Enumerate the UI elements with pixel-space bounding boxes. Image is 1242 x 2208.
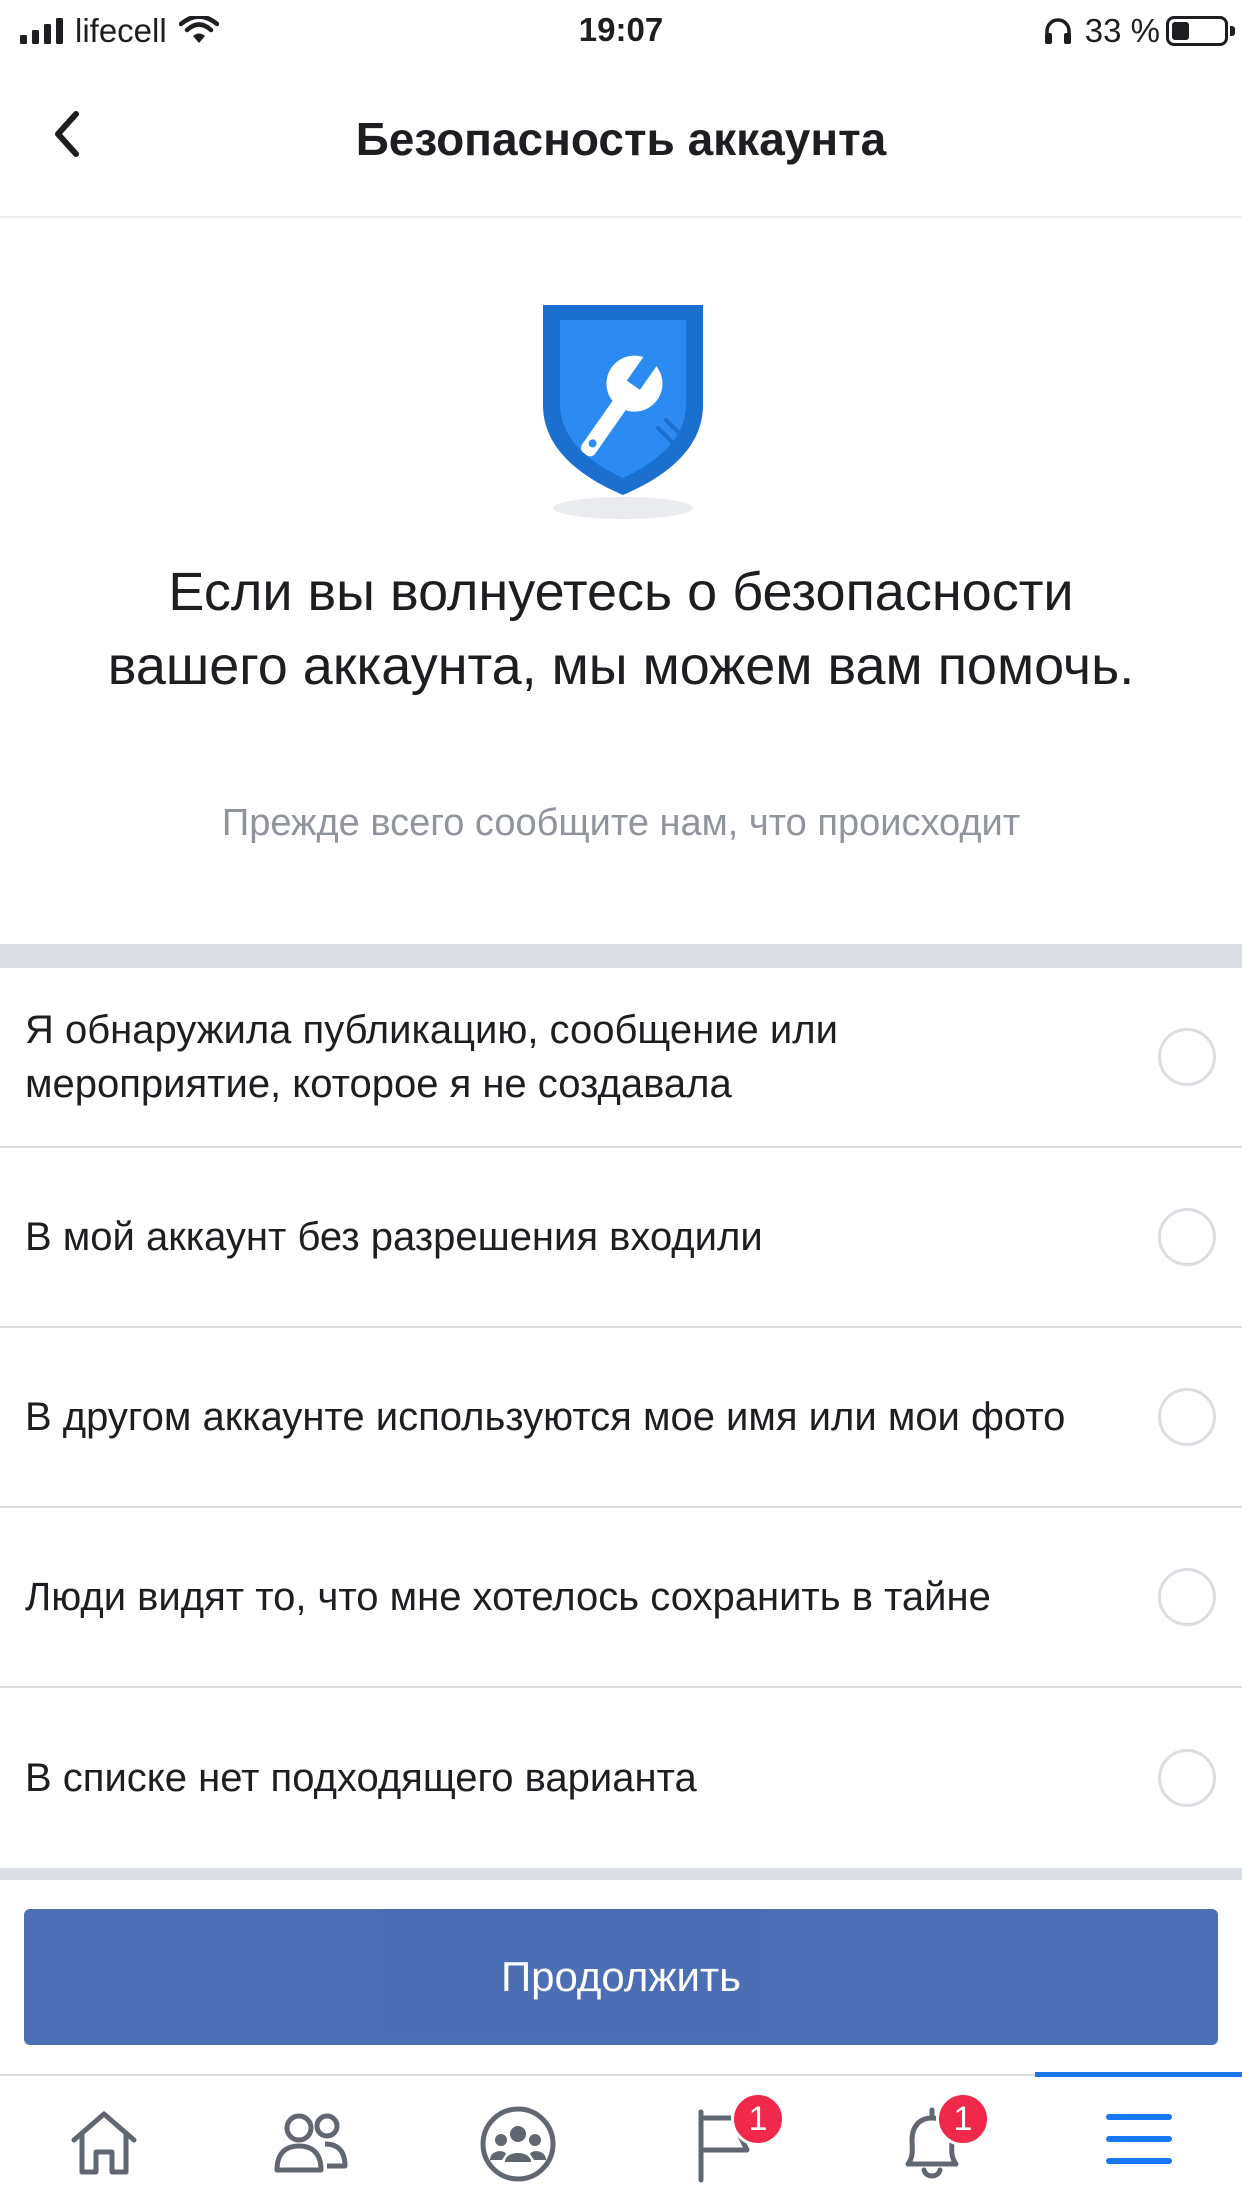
- radio-button[interactable]: [1158, 1568, 1216, 1626]
- status-bar-right: 33 %: [1043, 12, 1235, 50]
- tab-friends[interactable]: [207, 2076, 414, 2208]
- radio-button[interactable]: [1158, 1388, 1216, 1446]
- battery-percent: 33 %: [1084, 12, 1160, 49]
- bottom-tab-bar: 1 1: [0, 2072, 1242, 2208]
- status-bar: lifecell 19:07 33 %: [0, 0, 1242, 62]
- menu-icon: [1105, 2114, 1172, 2164]
- shield-wrench-icon: [543, 305, 703, 519]
- option-label: В другом аккаунте используются мое имя и…: [25, 1395, 1066, 1439]
- tab-notifications[interactable]: 1: [828, 2076, 1035, 2208]
- radio-button[interactable]: [1158, 1208, 1216, 1266]
- notification-badge: 1: [936, 2092, 990, 2146]
- hero-subheading: Прежде всего сообщите нам, что происходи…: [221, 802, 1021, 844]
- tab-home[interactable]: [0, 2076, 207, 2208]
- nav-header: Безопасность аккаунта: [0, 62, 1242, 218]
- home-icon: [71, 2111, 136, 2175]
- groups-icon: [480, 2106, 555, 2182]
- page-title: Безопасность аккаунта: [355, 113, 887, 165]
- footer-divider: [0, 1868, 1242, 1880]
- tab-pages[interactable]: 1: [621, 2076, 828, 2208]
- option-row[interactable]: В другом аккаунте используются мое имя и…: [0, 1328, 1242, 1508]
- option-row[interactable]: Я обнаружила публикацию, сообщение или м…: [0, 968, 1242, 1148]
- option-row[interactable]: Люди видят то, что мне хотелось сохранит…: [0, 1508, 1242, 1688]
- option-row[interactable]: В списке нет подходящего варианта: [0, 1688, 1242, 1868]
- radio-button[interactable]: [1158, 1028, 1216, 1086]
- friends-icon: [274, 2113, 347, 2173]
- option-row[interactable]: В мой аккаунт без разрешения входили: [0, 1148, 1242, 1328]
- battery-icon: [1166, 16, 1235, 46]
- section-divider: [0, 944, 1242, 968]
- tab-groups[interactable]: [414, 2076, 621, 2208]
- hero-heading: Если вы волнуетесь о безопасности вашего…: [107, 562, 1135, 696]
- option-label: Люди видят то, что мне хотелось сохранит…: [25, 1575, 991, 1619]
- continue-button[interactable]: Продолжить: [24, 1909, 1218, 2045]
- options-list: Я обнаружила публикацию, сообщение или м…: [0, 968, 1242, 1868]
- option-label: В мой аккаунт без разрешения входили: [25, 1215, 763, 1259]
- radio-button[interactable]: [1158, 1749, 1216, 1807]
- option-label: Я обнаружила публикацию, сообщение или м…: [25, 1008, 838, 1106]
- tab-menu[interactable]: [1035, 2072, 1242, 2208]
- headphones-icon: [1044, 18, 1071, 44]
- option-label: В списке нет подходящего варианта: [25, 1756, 697, 1800]
- notification-badge: 1: [731, 2092, 785, 2146]
